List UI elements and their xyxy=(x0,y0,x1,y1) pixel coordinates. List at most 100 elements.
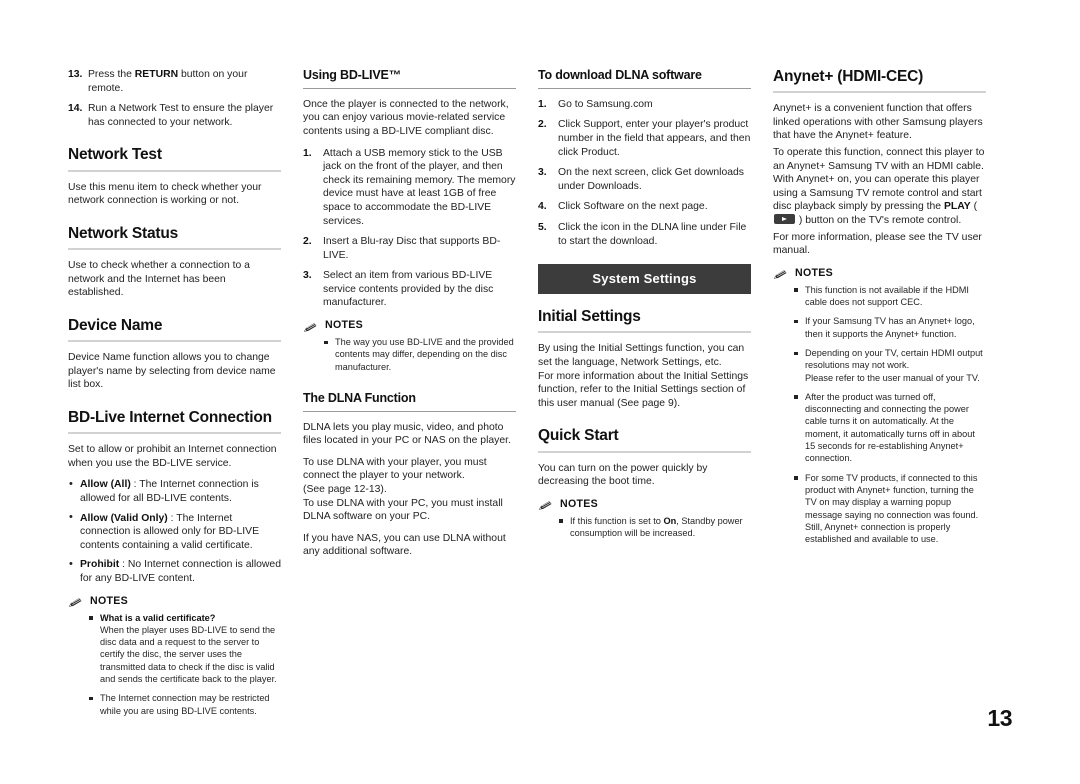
heading-the-dlna-function: The DLNA Function xyxy=(303,390,416,405)
note-text: When the player uses BD-LIVE to send the… xyxy=(100,624,277,685)
heading-anynet-hdmi-cec: Anynet+ (HDMI-CEC) xyxy=(773,68,924,85)
notes-header: NOTES xyxy=(773,266,986,280)
heading-bd-live-internet-connection: BD-Live Internet Connection xyxy=(68,408,272,426)
step-number: 5. xyxy=(538,221,547,233)
heading-using-bd-live: Using BD-LIVE™ xyxy=(303,68,401,82)
list-item: 13. Press the RETURN button on your remo… xyxy=(68,68,281,95)
step-text: Click the icon in the DLNA line under Fi… xyxy=(558,221,747,247)
step-text: Attach a USB memory stick to the USB jac… xyxy=(323,147,516,227)
notes-list: The way you use BD-LIVE and the provided… xyxy=(303,336,516,373)
list-item: What is a valid certificate? When the pl… xyxy=(89,612,281,686)
initial-settings-body: By using the Initial Settings function, … xyxy=(538,343,749,409)
step-number: 1. xyxy=(303,147,312,159)
notes-label: NOTES xyxy=(795,266,833,279)
section-banner-system-settings: System Settings xyxy=(538,264,751,295)
page-columns: 13. Press the RETURN button on your remo… xyxy=(68,68,1012,726)
list-item: 4. Click Software on the next page. xyxy=(538,200,751,214)
notes-header: NOTES xyxy=(303,319,516,332)
heading-network-status: Network Status xyxy=(68,224,179,242)
note-title: What is a valid certificate? xyxy=(100,612,216,623)
list-item: 3. Select an item from various BD-LIVE s… xyxy=(303,269,516,310)
list-item: The Internet connection may be restricte… xyxy=(89,692,281,717)
network-test-body: Use this menu item to check whether your… xyxy=(68,181,262,207)
anynet-paragraph-1: Anynet+ is a convenient function that of… xyxy=(773,103,983,142)
heading-rule xyxy=(773,91,986,94)
dlna-paragraph: To use DLNA with your player, you must c… xyxy=(303,456,503,523)
bd-live-options-list: Allow (All) : The Internet connection is… xyxy=(68,478,281,585)
list-item: This function is not available if the HD… xyxy=(794,284,986,309)
step-text: Go to Samsung.com xyxy=(558,98,653,110)
list-item: 3. On the next screen, click Get downloa… xyxy=(538,166,751,193)
note-text: For some TV products, if connected to th… xyxy=(805,472,979,545)
pencil-icon xyxy=(68,595,83,607)
note-text: If this function is set to xyxy=(570,515,664,526)
list-item: 1. Go to Samsung.com xyxy=(538,98,751,112)
list-item: After the product was turned off, discon… xyxy=(794,391,986,465)
heading-initial-settings: Initial Settings xyxy=(538,308,641,326)
heading-rule xyxy=(68,169,281,172)
heading-to-download-dlna-software: To download DLNA software xyxy=(538,68,702,82)
dlna-paragraph: If you have NAS, you can use DLNA withou… xyxy=(303,532,506,558)
page-number: 13 xyxy=(987,705,1012,731)
list-item: If this function is set to On, Standby p… xyxy=(559,515,751,540)
note-text: The Internet connection may be restricte… xyxy=(100,693,270,716)
heading-rule xyxy=(68,340,281,343)
notes-block: NOTES If this function is set to On, Sta… xyxy=(538,498,751,540)
notes-label: NOTES xyxy=(560,497,598,510)
pencil-icon xyxy=(538,498,553,511)
list-item: 5. Click the icon in the DLNA line under… xyxy=(538,221,751,248)
column-3: To download DLNA software 1. Go to Samsu… xyxy=(538,68,751,548)
list-item: Prohibit : No Internet connection is all… xyxy=(68,558,281,585)
heading-rule xyxy=(538,331,751,334)
download-dlna-steps: 1. Go to Samsung.com 2. Click Support, e… xyxy=(538,98,751,248)
notes-block: NOTES The way you use BD-LIVE and the pr… xyxy=(303,319,516,373)
play-button-icon xyxy=(774,214,795,225)
column-4: Anynet+ (HDMI-CEC) Anynet+ is a convenie… xyxy=(773,68,986,554)
heading-rule xyxy=(538,87,751,89)
step-text: On the next screen, click Get downloads … xyxy=(558,167,744,192)
step-number: 3. xyxy=(538,167,547,179)
bd-live-body: Set to allow or prohibit an Internet con… xyxy=(68,444,277,469)
note-emphasis: On xyxy=(663,515,677,526)
list-item: Allow (All) : The Internet connection is… xyxy=(68,478,281,505)
using-bd-live-steps: 1. Attach a USB memory stick to the USB … xyxy=(303,147,516,311)
list-item: 14. Run a Network Test to ensure the pla… xyxy=(68,102,281,129)
notes-block: NOTES What is a valid certificate? When … xyxy=(68,595,281,717)
list-item: 2. Insert a Blu-ray Disc that supports B… xyxy=(303,235,516,262)
list-item: 1. Attach a USB memory stick to the USB … xyxy=(303,147,516,229)
notes-block: NOTES This function is not available if … xyxy=(773,267,986,546)
note-text: Depending on your TV, certain HDMI outpu… xyxy=(805,348,983,383)
notes-list: What is a valid certificate? When the pl… xyxy=(68,612,281,717)
list-item: If your Samsung TV has an Anynet+ logo, … xyxy=(794,315,986,340)
anynet-paragraph-3: For more information, please see the TV … xyxy=(773,231,982,257)
continued-steps-list: 13. Press the RETURN button on your remo… xyxy=(68,68,281,129)
note-text: After the product was turned off, discon… xyxy=(805,391,975,464)
list-item: The way you use BD-LIVE and the provided… xyxy=(324,336,516,373)
pencil-icon xyxy=(773,267,788,280)
step-text: Click Support, enter your player's produ… xyxy=(558,119,751,158)
note-text: The way you use BD-LIVE and the provided… xyxy=(335,337,514,372)
quick-start-body: You can turn on the power quickly by dec… xyxy=(538,462,708,488)
heading-rule xyxy=(538,450,751,453)
list-item: 2. Click Support, enter your player's pr… xyxy=(538,118,751,159)
list-item: Depending on your TV, certain HDMI outpu… xyxy=(794,347,986,384)
device-name-body: Device Name function allows you to chang… xyxy=(68,352,276,391)
step-text: Click Software on the next page. xyxy=(558,201,708,213)
list-item: Allow (Valid Only) : The Internet connec… xyxy=(68,511,281,553)
step-text: Insert a Blu-ray Disc that supports BD-L… xyxy=(323,236,501,261)
anynet-paragraph-2: To operate this function, connect this p… xyxy=(773,147,985,227)
step-number: 1. xyxy=(538,98,547,110)
step-number: 3. xyxy=(303,270,312,282)
notes-label: NOTES xyxy=(90,594,128,607)
note-text: If your Samsung TV has an Anynet+ logo, … xyxy=(805,316,975,339)
step-number: 2. xyxy=(538,119,547,131)
column-2: Using BD-LIVE™ Once the player is connec… xyxy=(303,68,516,559)
step-number: 4. xyxy=(538,201,547,213)
heading-rule xyxy=(303,410,516,412)
heading-network-test: Network Test xyxy=(68,146,162,164)
step-text: Run a Network Test to ensure the player … xyxy=(88,103,274,128)
using-bd-live-body: Once the player is connected to the netw… xyxy=(303,98,509,137)
step-number: 13. xyxy=(68,69,83,80)
heading-device-name: Device Name xyxy=(68,316,163,334)
manual-page: 13. Press the RETURN button on your remo… xyxy=(0,0,1080,784)
